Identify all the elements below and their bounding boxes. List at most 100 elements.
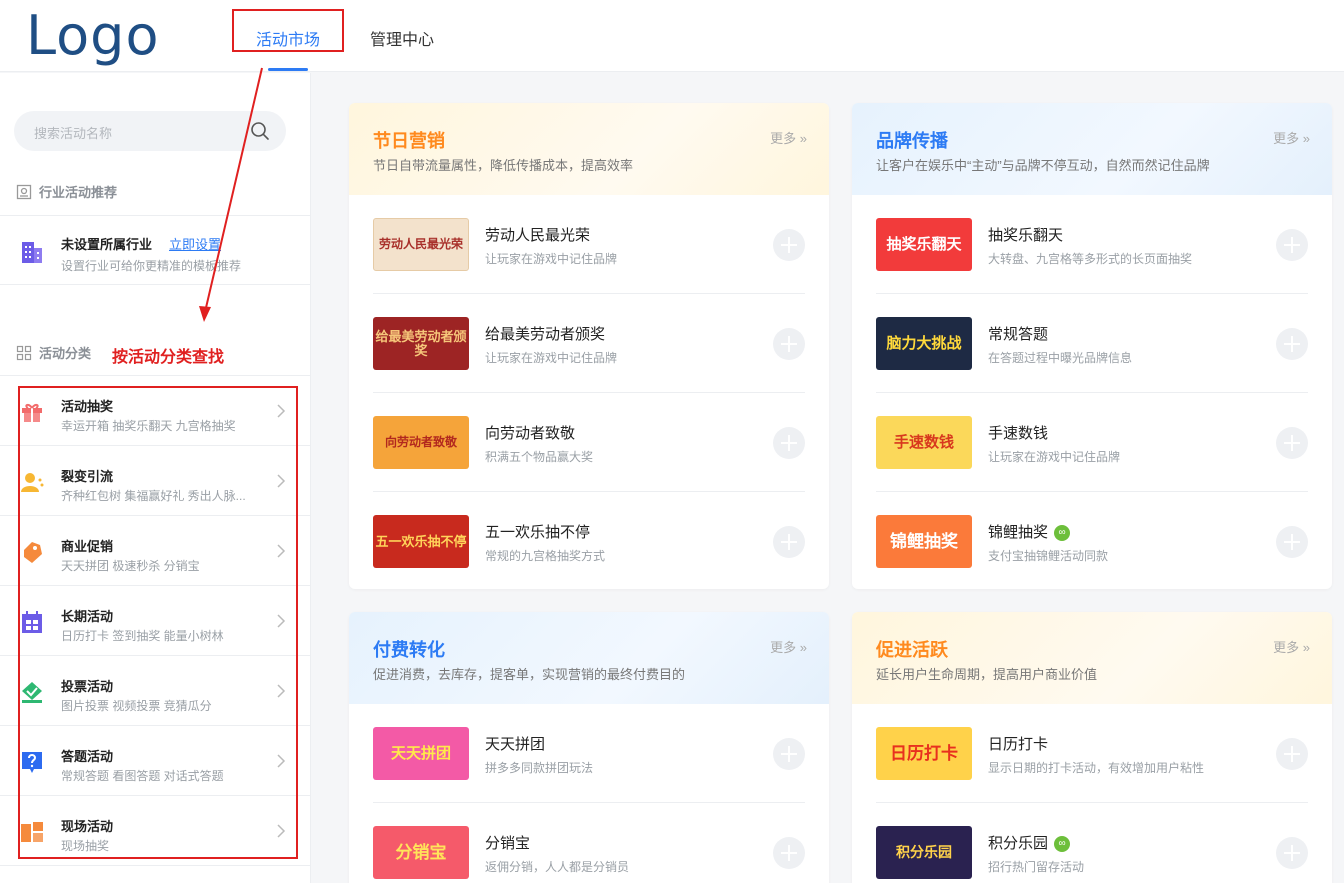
activity-title: 劳动人民最光荣 — [485, 227, 591, 244]
activity-row[interactable]: 锦鲤抽奖 锦鲤抽奖 ∞ 支付宝抽锦鲤活动同款 — [876, 492, 1308, 589]
active-tab-indicator — [268, 68, 308, 71]
add-button[interactable] — [773, 837, 805, 869]
mini-program-icon: ∞ — [1054, 525, 1071, 541]
add-button[interactable] — [773, 738, 805, 770]
activity-row[interactable]: 五一欢乐抽不停 五一欢乐抽不停 常规的九宫格抽奖方式 — [373, 492, 805, 589]
industry-section-title: 行业活动推荐 — [39, 185, 118, 200]
add-button[interactable] — [1276, 738, 1308, 770]
activity-title: 向劳动者致敬 — [485, 425, 576, 442]
activity-subtitle: 返佣分销，人人都是分销员 — [485, 860, 630, 874]
card-title: 品牌传播 — [876, 131, 948, 151]
setup-industry-link[interactable]: 立即设置 — [169, 234, 221, 253]
activity-title: 积分乐园 ∞ — [988, 832, 1071, 853]
card-paid-conversion: 付费转化 促进消费，去库存，提客单，实现营销的最终付费目的 更多 » 天天拼团 … — [349, 612, 829, 883]
more-link[interactable]: 更多 » — [770, 128, 807, 147]
activity-row[interactable]: 劳动人民最光荣 劳动人民最光荣 让玩家在游戏中记住品牌 — [373, 195, 805, 294]
activity-thumbnail: 脑力大挑战 — [876, 317, 972, 370]
activity-subtitle: 积满五个物品赢大奖 — [485, 450, 594, 464]
activity-thumbnail: 抽奖乐翻天 — [876, 218, 972, 271]
card-description: 延长用户生命周期，提高用户商业价值 — [876, 667, 1098, 682]
activity-thumbnail: 给最美劳动者颁奖 — [373, 317, 469, 370]
activity-row[interactable]: 抽奖乐翻天 抽奖乐翻天 大转盘、九宫格等多形式的长页面抽奖 — [876, 195, 1308, 294]
card-holiday-marketing: 节日营销 节日自带流量属性，降低传播成本，提高效率 更多 » 劳动人民最光荣 劳… — [349, 103, 829, 589]
add-button[interactable] — [1276, 526, 1308, 558]
add-button[interactable] — [1276, 229, 1308, 261]
activity-row[interactable]: 分销宝 分销宝 返佣分销，人人都是分销员 — [373, 803, 805, 883]
activity-thumbnail: 五一欢乐抽不停 — [373, 515, 469, 568]
activity-row[interactable]: 向劳动者致敬 向劳动者致敬 积满五个物品赢大奖 — [373, 393, 805, 492]
activity-thumbnail: 劳动人民最光荣 — [373, 218, 469, 271]
tab-management-center[interactable]: 管理中心 — [370, 26, 434, 50]
activity-title: 天天拼团 — [485, 736, 546, 753]
activity-row[interactable]: 积分乐园 积分乐园 ∞ 招行热门留存活动 — [876, 803, 1308, 883]
activity-subtitle: 拼多多同款拼团玩法 — [485, 761, 594, 775]
activity-row[interactable]: 脑力大挑战 常规答题 在答题过程中曝光品牌信息 — [876, 294, 1308, 393]
card-description: 节日自带流量属性，降低传播成本，提高效率 — [373, 158, 634, 173]
building-icon — [22, 242, 42, 263]
card-description: 促进消费，去库存，提客单，实现营销的最终付费目的 — [373, 667, 686, 682]
logo[interactable]: Logo — [26, 4, 160, 67]
activity-subtitle: 大转盘、九宫格等多形式的长页面抽奖 — [988, 252, 1193, 266]
add-button[interactable] — [773, 526, 805, 558]
activity-thumbnail: 天天拼团 — [373, 727, 469, 780]
top-header: Logo 活动市场 管理中心 — [0, 0, 1344, 72]
industry-title: 未设置所属行业 — [61, 237, 153, 252]
mini-program-icon: ∞ — [1054, 836, 1071, 852]
add-button[interactable] — [1276, 837, 1308, 869]
activity-subtitle: 让玩家在游戏中记住品牌 — [988, 450, 1121, 464]
activity-subtitle: 让玩家在游戏中记住品牌 — [485, 351, 618, 365]
activity-title: 常规答题 — [988, 326, 1049, 343]
activity-thumbnail: 积分乐园 — [876, 826, 972, 879]
sidebar: 搜索活动名称 行业活动推荐 未设置所属行业 立即设置 设置行业可给你更精准的模板… — [0, 73, 311, 883]
activity-subtitle: 招行热门留存活动 — [988, 860, 1085, 874]
activity-row[interactable]: 日历打卡 日历打卡 显示日期的打卡活动，有效增加用户粘性 — [876, 704, 1308, 803]
category-section-header: 活动分类 — [16, 343, 91, 362]
card-description: 让客户在娱乐中“主动”与品牌不停互动，自然而然记住品牌 — [876, 158, 1210, 173]
annotation-highlight-box — [18, 386, 298, 859]
card-title: 节日营销 — [373, 131, 445, 151]
add-button[interactable] — [773, 229, 805, 261]
annotation-highlight-box — [232, 9, 344, 52]
card-header: 促进活跃 延长用户生命周期，提高用户商业价值 更多 » — [852, 612, 1332, 704]
activity-title: 分销宝 — [485, 835, 531, 852]
more-link[interactable]: 更多 » — [1273, 637, 1310, 656]
activity-subtitle: 显示日期的打卡活动，有效增加用户粘性 — [988, 761, 1205, 775]
activity-subtitle: 在答题过程中曝光品牌信息 — [988, 351, 1133, 365]
add-button[interactable] — [1276, 328, 1308, 360]
activity-title: 给最美劳动者颁奖 — [485, 326, 606, 343]
add-button[interactable] — [773, 427, 805, 459]
activity-row[interactable]: 天天拼团 天天拼团 拼多多同款拼团玩法 — [373, 704, 805, 803]
industry-setting-panel: 未设置所属行业 立即设置 设置行业可给你更精准的模板推荐 — [0, 215, 310, 285]
activity-row[interactable]: 手速数钱 手速数钱 让玩家在游戏中记住品牌 — [876, 393, 1308, 492]
add-button[interactable] — [1276, 427, 1308, 459]
activity-title: 手速数钱 — [988, 425, 1049, 442]
activity-thumbnail: 手速数钱 — [876, 416, 972, 469]
activity-thumbnail: 锦鲤抽奖 — [876, 515, 972, 568]
activity-subtitle: 让玩家在游戏中记住品牌 — [485, 252, 618, 266]
card-brand-promotion: 品牌传播 让客户在娱乐中“主动”与品牌不停互动，自然而然记住品牌 更多 » 抽奖… — [852, 103, 1332, 589]
annotation-note: 按活动分类查找 — [112, 349, 225, 366]
activity-title: 抽奖乐翻天 — [988, 227, 1064, 244]
category-section-title: 活动分类 — [39, 346, 92, 361]
grid-icon — [16, 345, 32, 360]
search-placeholder: 搜索活动名称 — [34, 126, 113, 141]
card-header: 节日营销 节日自带流量属性，降低传播成本，提高效率 更多 » — [349, 103, 829, 195]
card-boost-activity: 促进活跃 延长用户生命周期，提高用户商业价值 更多 » 日历打卡 日历打卡 显示… — [852, 612, 1332, 883]
card-title: 促进活跃 — [876, 640, 948, 660]
card-title: 付费转化 — [373, 640, 445, 660]
industry-subtitle: 设置行业可给你更精准的模板推荐 — [61, 259, 242, 273]
activity-thumbnail: 向劳动者致敬 — [373, 416, 469, 469]
more-link[interactable]: 更多 » — [770, 637, 807, 656]
search-input[interactable]: 搜索活动名称 — [14, 111, 286, 151]
activity-title: 日历打卡 — [988, 736, 1049, 753]
activity-subtitle: 常规的九宫格抽奖方式 — [485, 549, 606, 563]
more-link[interactable]: 更多 » — [1273, 128, 1310, 147]
activity-title: 五一欢乐抽不停 — [485, 524, 591, 541]
activity-row[interactable]: 给最美劳动者颁奖 给最美劳动者颁奖 让玩家在游戏中记住品牌 — [373, 294, 805, 393]
card-header: 品牌传播 让客户在娱乐中“主动”与品牌不停互动，自然而然记住品牌 更多 » — [852, 103, 1332, 195]
activity-thumbnail: 日历打卡 — [876, 727, 972, 780]
add-button[interactable] — [773, 328, 805, 360]
industry-section-header: 行业活动推荐 — [16, 182, 117, 201]
search-icon[interactable] — [250, 121, 270, 141]
card-header: 付费转化 促进消费，去库存，提客单，实现营销的最终付费目的 更多 » — [349, 612, 829, 704]
